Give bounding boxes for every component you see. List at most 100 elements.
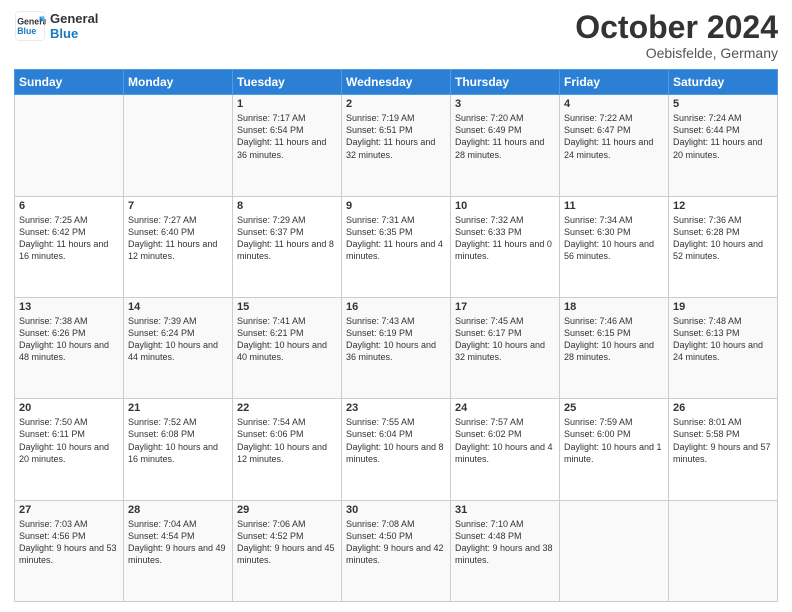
location: Oebisfelde, Germany: [575, 45, 778, 61]
day-number: 9: [346, 200, 446, 212]
day-info: Sunrise: 7:48 AM Sunset: 6:13 PM Dayligh…: [673, 315, 773, 364]
day-cell: 10 Sunrise: 7:32 AM Sunset: 6:33 PM Dayli…: [451, 196, 560, 297]
day-cell: 30 Sunrise: 7:08 AM Sunset: 4:50 PM Dayli…: [342, 500, 451, 601]
day-info: Sunrise: 7:45 AM Sunset: 6:17 PM Dayligh…: [455, 315, 555, 364]
day-number: 17: [455, 301, 555, 313]
weekday-header-friday: Friday: [560, 70, 669, 95]
day-number: 29: [237, 504, 337, 516]
week-row-5: 27Sunrise: 7:03 AM Sunset: 4:56 PM Dayli…: [15, 500, 778, 601]
day-number: 23: [346, 402, 446, 414]
day-number: 2: [346, 98, 446, 110]
day-info: Sunrise: 7:25 AM Sunset: 6:42 PM Dayligh…: [19, 214, 119, 263]
day-info: Sunrise: 7:55 AM Sunset: 6:04 PM Dayligh…: [346, 416, 446, 465]
day-cell: 4 Sunrise: 7:22 AM Sunset: 6:47 PM Daylig…: [560, 95, 669, 196]
day-info: Sunrise: 7:32 AM Sunset: 6:33 PM Dayligh…: [455, 214, 555, 263]
day-cell: 25 Sunrise: 7:59 AM Sunset: 6:00 PM Dayli…: [560, 399, 669, 500]
day-number: 26: [673, 402, 773, 414]
day-number: 11: [564, 200, 664, 212]
day-cell: 2 Sunrise: 7:19 AM Sunset: 6:51 PM Daylig…: [342, 95, 451, 196]
day-info: Sunrise: 7:03 AM Sunset: 4:56 PM Dayligh…: [19, 518, 119, 567]
weekday-header-saturday: Saturday: [669, 70, 778, 95]
week-row-3: 13 Sunrise: 7:38 AM Sunset: 6:26 PM Dayli…: [15, 297, 778, 398]
day-info: Sunrise: 7:52 AM Sunset: 6:08 PM Dayligh…: [128, 416, 228, 465]
day-cell: 23 Sunrise: 7:55 AM Sunset: 6:04 PM Dayli…: [342, 399, 451, 500]
week-row-1: 1 Sunrise: 7:17 AM Sunset: 6:54 PM Daylig…: [15, 95, 778, 196]
day-cell: 7Sunrise: 7:27 AM Sunset: 6:40 PM Daylig…: [124, 196, 233, 297]
day-info: Sunrise: 7:46 AM Sunset: 6:15 PM Dayligh…: [564, 315, 664, 364]
day-cell: 11 Sunrise: 7:34 AM Sunset: 6:30 PM Dayli…: [560, 196, 669, 297]
day-cell: 9Sunrise: 7:31 AM Sunset: 6:35 PM Daylig…: [342, 196, 451, 297]
day-number: 5: [673, 98, 773, 110]
day-number: 12: [673, 200, 773, 212]
day-cell: 17 Sunrise: 7:45 AM Sunset: 6:17 PM Dayli…: [451, 297, 560, 398]
day-info: Sunrise: 7:41 AM Sunset: 6:21 PM Dayligh…: [237, 315, 337, 364]
day-info: Sunrise: 7:59 AM Sunset: 6:00 PM Dayligh…: [564, 416, 664, 465]
day-info: Sunrise: 7:10 AM Sunset: 4:48 PM Dayligh…: [455, 518, 555, 567]
week-row-4: 20Sunrise: 7:50 AM Sunset: 6:11 PM Dayli…: [15, 399, 778, 500]
day-info: Sunrise: 7:36 AM Sunset: 6:28 PM Dayligh…: [673, 214, 773, 263]
day-cell: 8 Sunrise: 7:29 AM Sunset: 6:37 PM Daylig…: [233, 196, 342, 297]
day-cell: [124, 95, 233, 196]
calendar-table: SundayMondayTuesdayWednesdayThursdayFrid…: [14, 69, 778, 602]
day-number: 14: [128, 301, 228, 313]
day-info: Sunrise: 7:54 AM Sunset: 6:06 PM Dayligh…: [237, 416, 337, 465]
day-info: Sunrise: 7:34 AM Sunset: 6:30 PM Dayligh…: [564, 214, 664, 263]
weekday-header-tuesday: Tuesday: [233, 70, 342, 95]
day-number: 1: [237, 98, 337, 110]
logo-icon: General Blue: [14, 10, 46, 42]
day-cell: 21 Sunrise: 7:52 AM Sunset: 6:08 PM Dayli…: [124, 399, 233, 500]
day-info: Sunrise: 7:38 AM Sunset: 6:26 PM Dayligh…: [19, 315, 119, 364]
day-cell: [669, 500, 778, 601]
day-cell: 18Sunrise: 7:46 AM Sunset: 6:15 PM Dayli…: [560, 297, 669, 398]
header: General Blue General Blue October 2024 O…: [14, 10, 778, 61]
day-cell: 16Sunrise: 7:43 AM Sunset: 6:19 PM Dayli…: [342, 297, 451, 398]
day-number: 30: [346, 504, 446, 516]
svg-text:Blue: Blue: [17, 26, 36, 36]
weekday-header-wednesday: Wednesday: [342, 70, 451, 95]
day-number: 24: [455, 402, 555, 414]
logo-text: General Blue: [50, 11, 98, 41]
weekday-header-thursday: Thursday: [451, 70, 560, 95]
day-info: Sunrise: 7:39 AM Sunset: 6:24 PM Dayligh…: [128, 315, 228, 364]
day-cell: [560, 500, 669, 601]
day-cell: 24 Sunrise: 7:57 AM Sunset: 6:02 PM Dayli…: [451, 399, 560, 500]
day-info: Sunrise: 7:22 AM Sunset: 6:47 PM Dayligh…: [564, 112, 664, 161]
day-number: 7: [128, 200, 228, 212]
day-info: Sunrise: 7:19 AM Sunset: 6:51 PM Dayligh…: [346, 112, 446, 161]
day-number: 3: [455, 98, 555, 110]
day-number: 25: [564, 402, 664, 414]
day-cell: 5 Sunrise: 7:24 AM Sunset: 6:44 PM Daylig…: [669, 95, 778, 196]
day-info: Sunrise: 7:43 AM Sunset: 6:19 PM Dayligh…: [346, 315, 446, 364]
day-info: Sunrise: 7:08 AM Sunset: 4:50 PM Dayligh…: [346, 518, 446, 567]
day-cell: 12 Sunrise: 7:36 AM Sunset: 6:28 PM Dayli…: [669, 196, 778, 297]
day-cell: 6Sunrise: 7:25 AM Sunset: 6:42 PM Daylig…: [15, 196, 124, 297]
day-cell: 19Sunrise: 7:48 AM Sunset: 6:13 PM Dayli…: [669, 297, 778, 398]
day-number: 10: [455, 200, 555, 212]
day-number: 21: [128, 402, 228, 414]
page: General Blue General Blue October 2024 O…: [0, 0, 792, 612]
day-cell: 13 Sunrise: 7:38 AM Sunset: 6:26 PM Dayli…: [15, 297, 124, 398]
day-cell: 20Sunrise: 7:50 AM Sunset: 6:11 PM Dayli…: [15, 399, 124, 500]
week-row-2: 6Sunrise: 7:25 AM Sunset: 6:42 PM Daylig…: [15, 196, 778, 297]
weekday-header-sunday: Sunday: [15, 70, 124, 95]
month-title: October 2024: [575, 10, 778, 45]
day-cell: 26Sunrise: 8:01 AM Sunset: 5:58 PM Dayli…: [669, 399, 778, 500]
day-info: Sunrise: 7:57 AM Sunset: 6:02 PM Dayligh…: [455, 416, 555, 465]
day-number: 8: [237, 200, 337, 212]
day-number: 22: [237, 402, 337, 414]
day-cell: 15Sunrise: 7:41 AM Sunset: 6:21 PM Dayli…: [233, 297, 342, 398]
day-cell: 3 Sunrise: 7:20 AM Sunset: 6:49 PM Daylig…: [451, 95, 560, 196]
day-info: Sunrise: 7:29 AM Sunset: 6:37 PM Dayligh…: [237, 214, 337, 263]
day-cell: 22 Sunrise: 7:54 AM Sunset: 6:06 PM Dayli…: [233, 399, 342, 500]
day-cell: 1 Sunrise: 7:17 AM Sunset: 6:54 PM Daylig…: [233, 95, 342, 196]
day-cell: 14 Sunrise: 7:39 AM Sunset: 6:24 PM Dayli…: [124, 297, 233, 398]
day-number: 4: [564, 98, 664, 110]
title-block: October 2024 Oebisfelde, Germany: [575, 10, 778, 61]
day-info: Sunrise: 7:24 AM Sunset: 6:44 PM Dayligh…: [673, 112, 773, 161]
day-info: Sunrise: 7:20 AM Sunset: 6:49 PM Dayligh…: [455, 112, 555, 161]
day-cell: [15, 95, 124, 196]
day-info: Sunrise: 7:17 AM Sunset: 6:54 PM Dayligh…: [237, 112, 337, 161]
day-number: 20: [19, 402, 119, 414]
weekday-header-row: SundayMondayTuesdayWednesdayThursdayFrid…: [15, 70, 778, 95]
day-number: 13: [19, 301, 119, 313]
